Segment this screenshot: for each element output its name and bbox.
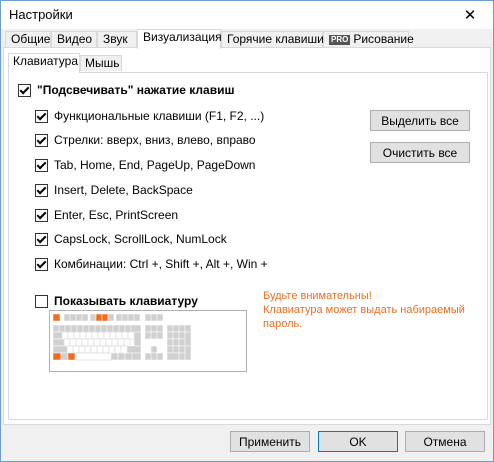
option-arrows[interactable]: Стрелки: вверх, вниз, влево, вправо	[35, 133, 256, 147]
checkbox-label: Функциональные клавиши (F1, F2, ...)	[54, 109, 265, 123]
warning-line: Клавиатура может выдать набираемый	[263, 304, 465, 316]
checkbox-icon[interactable]	[35, 294, 48, 308]
subtab-keyboard[interactable]: Клавиатура	[8, 53, 80, 73]
checkbox-label: Insert, Delete, BackSpace	[54, 183, 193, 197]
apply-button[interactable]: Применить	[230, 431, 310, 452]
checkbox-icon[interactable]	[35, 208, 48, 222]
tab-general[interactable]: Общие	[5, 31, 51, 48]
cancel-button[interactable]: Отмена	[405, 431, 485, 452]
tab-label: Рисование	[353, 32, 414, 46]
password-warning: Будьте внимательны! Клавиатура может выд…	[263, 289, 465, 331]
checkbox-label: Комбинации: Ctrl +, Shift +, Alt +, Win …	[54, 257, 268, 271]
pro-badge: PRO	[329, 35, 351, 45]
checkbox-icon[interactable]	[35, 257, 48, 271]
subtab-mouse[interactable]: Мышь	[80, 55, 122, 71]
tab-label: Звук	[103, 32, 128, 46]
settings-window: Настройки ✕ Общие Видео Звук Визуализаци…	[0, 0, 494, 462]
checkbox-label: Стрелки: вверх, вниз, влево, вправо	[54, 133, 256, 147]
option-lock-keys[interactable]: CapsLock, ScrollLock, NumLock	[35, 232, 227, 246]
subtab-label: Клавиатура	[13, 54, 78, 68]
checkbox-label: "Подсвечивать" нажатие клавиш	[37, 83, 235, 97]
highlight-keys-checkbox[interactable]: "Подсвечивать" нажатие клавиш	[18, 83, 234, 97]
warning-line: Будьте внимательны!	[263, 290, 372, 302]
close-icon[interactable]: ✕	[447, 1, 493, 29]
show-keyboard-checkbox[interactable]: Показывать клавиатуру	[35, 294, 198, 308]
title-bar: Настройки ✕	[1, 1, 493, 29]
option-function-keys[interactable]: Функциональные клавиши (F1, F2, ...)	[35, 109, 264, 123]
checkbox-icon[interactable]	[35, 232, 48, 246]
checkbox-label: CapsLock, ScrollLock, NumLock	[54, 232, 227, 246]
keyboard-preview-image	[52, 313, 192, 361]
dialog-footer: Применить OK Отмена	[1, 425, 493, 461]
checkbox-icon[interactable]	[35, 109, 48, 123]
tab-sound[interactable]: Звук	[97, 31, 137, 48]
select-all-button[interactable]: Выделить все	[370, 110, 470, 131]
tab-label: Общие	[11, 32, 51, 46]
tab-label: Видео	[57, 32, 93, 46]
tab-label: Горячие клавиши	[227, 32, 324, 46]
checkbox-icon[interactable]	[35, 158, 48, 172]
tab-drawing[interactable]: PRO Рисование	[323, 31, 414, 48]
option-combinations[interactable]: Комбинации: Ctrl +, Shift +, Alt +, Win …	[35, 257, 268, 271]
checkbox-icon[interactable]	[35, 183, 48, 197]
clear-all-button[interactable]: Очистить все	[370, 142, 470, 163]
option-edit-keys[interactable]: Insert, Delete, BackSpace	[35, 183, 193, 197]
option-enter-esc[interactable]: Enter, Esc, PrintScreen	[35, 208, 178, 222]
subtab-label: Мышь	[85, 56, 120, 70]
tab-label: Визуализация	[143, 30, 222, 44]
keyboard-preview	[49, 310, 247, 372]
checkbox-label: Tab, Home, End, PageUp, PageDown	[54, 158, 256, 172]
checkbox-icon[interactable]	[35, 133, 48, 147]
tab-visualization[interactable]: Визуализация	[137, 29, 222, 49]
checkbox-label: Показывать клавиатуру	[54, 294, 198, 308]
option-navigation-keys[interactable]: Tab, Home, End, PageUp, PageDown	[35, 158, 255, 172]
checkbox-label: Enter, Esc, PrintScreen	[54, 208, 179, 222]
ok-button[interactable]: OK	[318, 431, 398, 452]
window-title: Настройки	[9, 7, 73, 22]
tab-video[interactable]: Видео	[51, 31, 97, 48]
tab-hotkeys[interactable]: Горячие клавиши	[221, 31, 324, 48]
warning-line: пароль.	[263, 318, 303, 330]
checkbox-icon[interactable]	[18, 83, 31, 97]
